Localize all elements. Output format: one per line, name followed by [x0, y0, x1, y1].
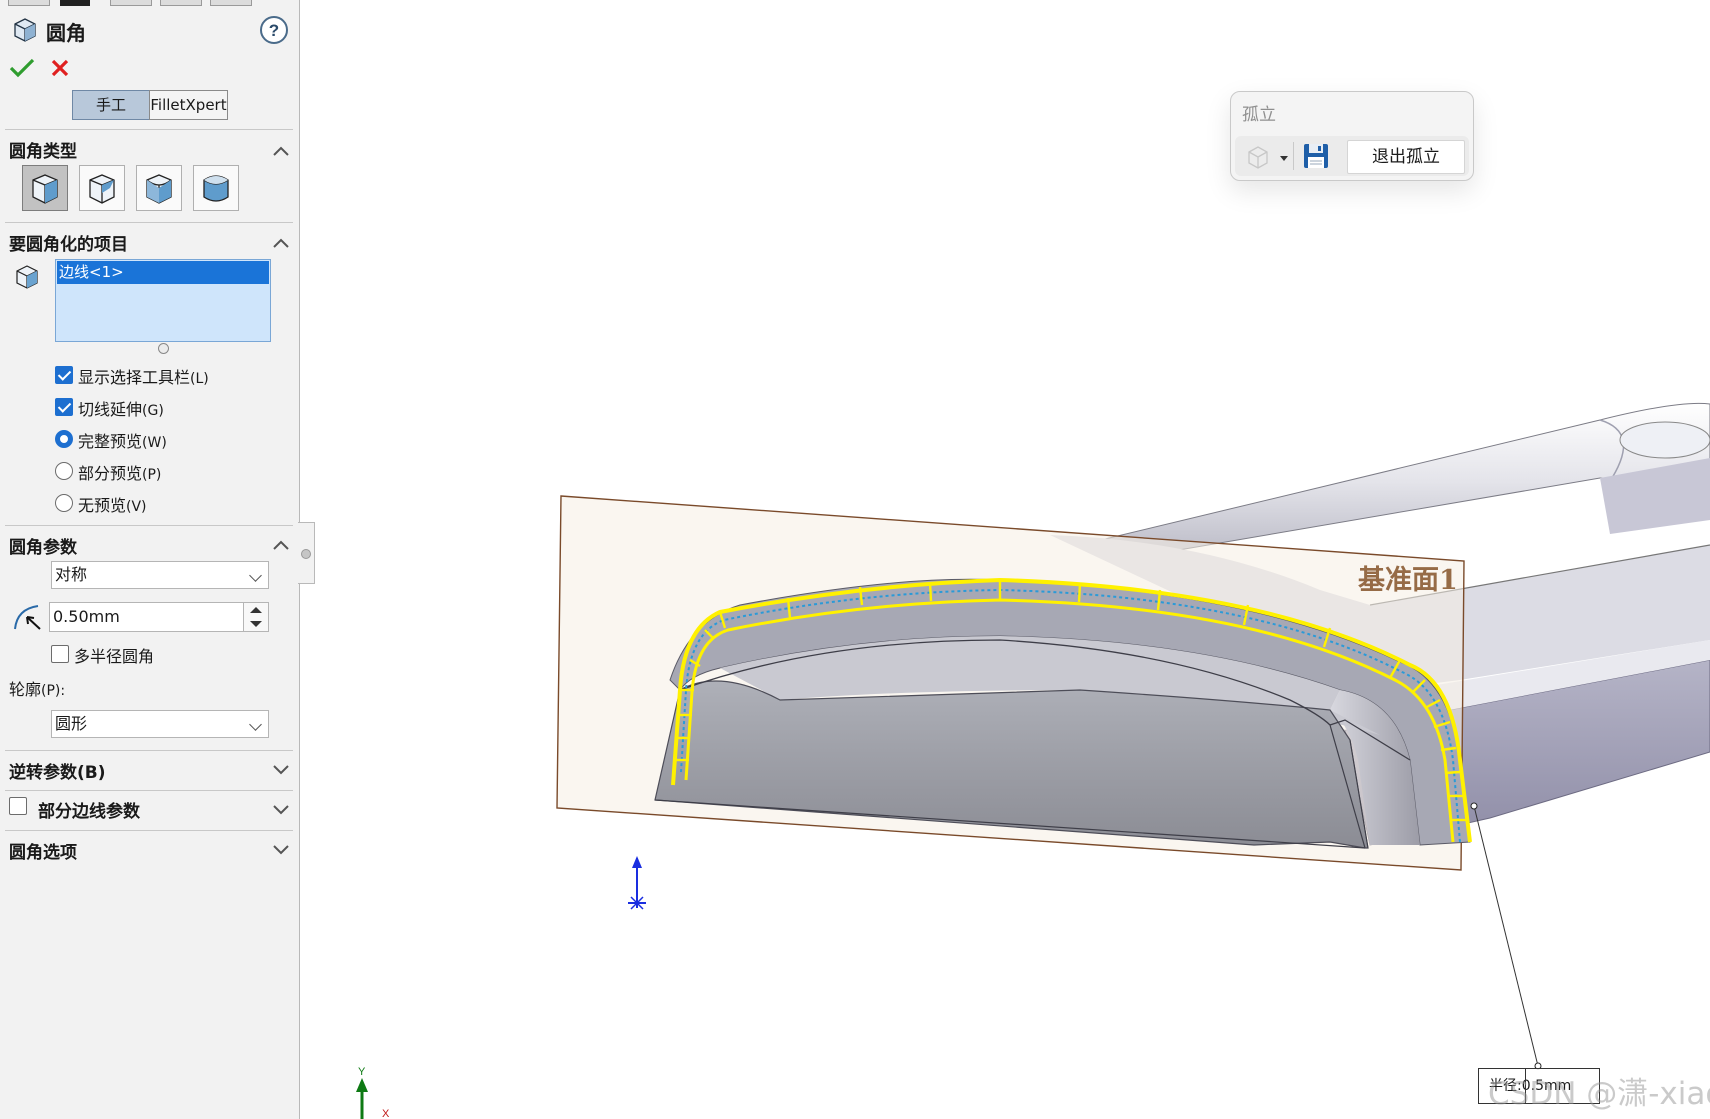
- list-resize-handle[interactable]: [158, 343, 169, 354]
- toolbar-separator: [1293, 142, 1294, 170]
- fillet-parameters-section-title: 圆角参数: [9, 538, 77, 558]
- spin-up-arrow-icon[interactable]: [250, 607, 262, 613]
- profile-dropdown[interactable]: 圆形: [51, 710, 269, 738]
- divider: [5, 129, 293, 130]
- items-to-fillet-section-title: 要圆角化的项目: [9, 235, 128, 255]
- constant-size-fillet-button[interactable]: [22, 165, 68, 211]
- variable-size-fillet-button[interactable]: [79, 165, 125, 211]
- show-selection-toolbar-label: 显示选择工具栏(L): [78, 368, 209, 387]
- multi-radius-checkbox[interactable]: [51, 645, 69, 663]
- radius-spinner[interactable]: [243, 602, 269, 632]
- chevron-down-icon[interactable]: [272, 801, 289, 815]
- manual-mode-tab[interactable]: 手工: [72, 90, 150, 120]
- radius-input[interactable]: 0.50mm: [49, 602, 244, 632]
- selected-edge-item[interactable]: 边线<1>: [57, 261, 269, 284]
- chevron-down-icon[interactable]: [272, 761, 289, 775]
- divider: [5, 222, 293, 223]
- fillet-type-section-title: 圆角类型: [9, 142, 77, 162]
- fillet-method-value: 对称: [55, 565, 88, 584]
- divider: [5, 790, 293, 791]
- watermark-text: CSDN @潇-xiao: [1488, 1076, 1710, 1112]
- chevron-down-icon: [249, 718, 262, 731]
- face-fillet-button[interactable]: [136, 165, 182, 211]
- feature-manager-tab[interactable]: [8, 0, 50, 6]
- partial-edge-parameters-section-title[interactable]: 部分边线参数: [38, 797, 140, 822]
- chevron-up-icon[interactable]: [272, 143, 289, 156]
- dimxpert-manager-tab[interactable]: [160, 0, 202, 6]
- full-round-fillet-button[interactable]: [193, 165, 239, 211]
- dropdown-arrow-icon[interactable]: [1279, 149, 1289, 167]
- spin-down-arrow-icon[interactable]: [250, 621, 262, 627]
- divider: [5, 830, 293, 831]
- property-manager-panel: 圆角 ? 手工 FilletXpert 圆角类型 要圆角化的项目 边线<1> 显…: [0, 0, 300, 1119]
- isolate-popup-title: 孤立: [1242, 105, 1276, 125]
- triad-x-label: X: [382, 1108, 390, 1119]
- selected-items-list[interactable]: 边线<1>: [55, 259, 271, 342]
- fillet-feature-icon: [12, 16, 38, 48]
- chevron-down-icon: [249, 569, 262, 582]
- partial-edge-checkbox[interactable]: [9, 797, 27, 815]
- no-preview-radio[interactable]: [55, 494, 73, 512]
- show-selection-toolbar-checkbox[interactable]: [55, 366, 73, 384]
- cancel-x-icon[interactable]: [50, 58, 70, 82]
- view-triad-icon: Y X: [356, 1066, 390, 1119]
- filletxpert-mode-tab[interactable]: FilletXpert: [149, 90, 228, 120]
- origin-marker-icon: [628, 856, 646, 910]
- tangent-propagation-label: 切线延伸(G): [78, 400, 164, 419]
- exit-isolate-button[interactable]: 退出孤立: [1347, 140, 1465, 174]
- fillet-method-dropdown[interactable]: 对称: [51, 561, 269, 589]
- property-manager-tab[interactable]: [60, 0, 90, 6]
- chevron-down-icon[interactable]: [272, 841, 289, 855]
- visibility-icon[interactable]: [1243, 142, 1273, 176]
- divider: [5, 525, 293, 526]
- multi-radius-label: 多半径圆角: [74, 647, 155, 666]
- chevron-up-icon[interactable]: [272, 537, 289, 550]
- help-icon[interactable]: ?: [259, 15, 289, 49]
- partial-preview-label: 部分预览(P): [78, 464, 162, 483]
- no-preview-label: 无预览(V): [78, 496, 147, 515]
- ok-check-icon[interactable]: [9, 57, 35, 83]
- panel-tab-strip: [0, 0, 300, 6]
- chevron-up-icon[interactable]: [272, 235, 289, 248]
- divider: [5, 750, 293, 751]
- radius-icon: [12, 603, 44, 635]
- plane-label: 基准面1: [1358, 565, 1458, 596]
- profile-value: 圆形: [55, 714, 88, 733]
- partial-preview-radio[interactable]: [55, 462, 73, 480]
- isolate-popup: 孤立 退出孤立: [1230, 91, 1474, 181]
- edges-selection-icon: [13, 263, 41, 295]
- svg-text:?: ?: [269, 21, 279, 40]
- display-manager-tab[interactable]: [210, 0, 252, 6]
- model-view-canvas[interactable]: Y X: [301, 0, 1710, 1119]
- setback-parameters-section-title[interactable]: 逆转参数(B): [9, 758, 106, 783]
- isolate-toolbar: 退出孤立: [1235, 136, 1469, 176]
- configuration-manager-tab[interactable]: [110, 0, 152, 6]
- panel-title: 圆角: [46, 21, 86, 45]
- triad-y-label: Y: [358, 1066, 366, 1078]
- full-preview-radio[interactable]: [55, 430, 73, 448]
- graphics-viewport[interactable]: Y X 基准面1 半径:0.5mm CSDN @潇-xiao: [301, 0, 1710, 1119]
- save-icon[interactable]: [1301, 141, 1331, 175]
- tangent-propagation-checkbox[interactable]: [55, 398, 73, 416]
- fillet-options-section-title[interactable]: 圆角选项: [9, 838, 77, 863]
- full-preview-label: 完整预览(W): [78, 432, 167, 451]
- profile-label: 轮廓(P):: [9, 680, 66, 699]
